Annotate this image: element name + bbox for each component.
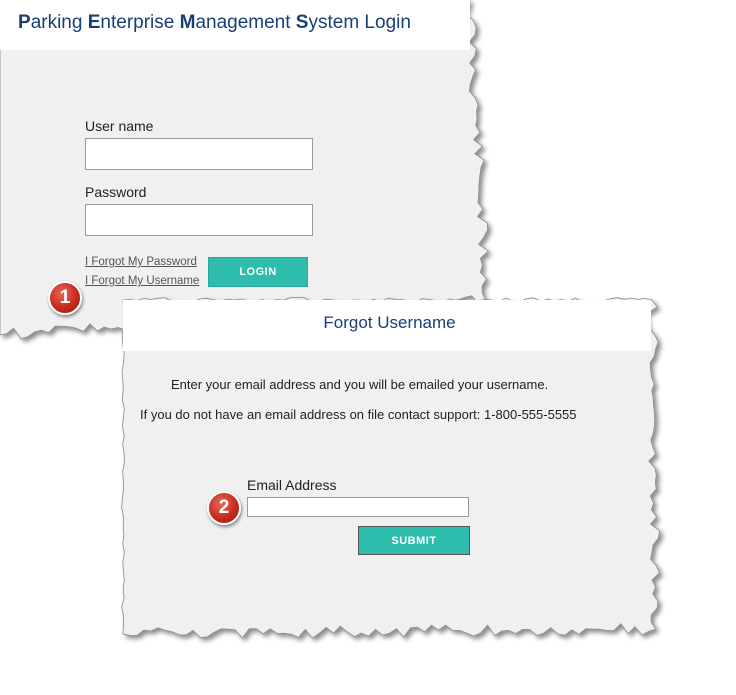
title-word-3: Management (179, 12, 296, 33)
step-1-badge: 1 (48, 281, 82, 315)
instruction-text: Enter your email address and you will be… (171, 377, 549, 392)
login-button[interactable]: LOGIN (208, 257, 308, 287)
email-input[interactable] (247, 497, 469, 517)
forgot-password-link[interactable]: I Forgot My Password (85, 256, 197, 268)
page-title: Parking Enterprise Management System Log… (18, 12, 411, 34)
title-word-4: System Login (295, 12, 411, 33)
username-label: User name (85, 118, 154, 134)
forgot-username-title: Forgot Username (323, 313, 456, 332)
forgot-username-link[interactable]: I Forgot My Username (85, 275, 199, 287)
title-word-1: Parking (18, 12, 88, 33)
password-input[interactable] (85, 204, 313, 236)
title-word-2: Enterprise (87, 12, 180, 33)
step-2-badge: 2 (207, 491, 241, 525)
forgot-username-panel: Forgot Username Enter your email address… (121, 297, 672, 644)
password-label: Password (85, 184, 147, 200)
support-text: If you do not have an email address on f… (140, 407, 577, 422)
forgot-panel-frame (121, 297, 661, 639)
email-label: Email Address (247, 477, 337, 493)
username-input[interactable] (85, 138, 313, 170)
submit-button[interactable]: SUBMIT (358, 526, 470, 555)
